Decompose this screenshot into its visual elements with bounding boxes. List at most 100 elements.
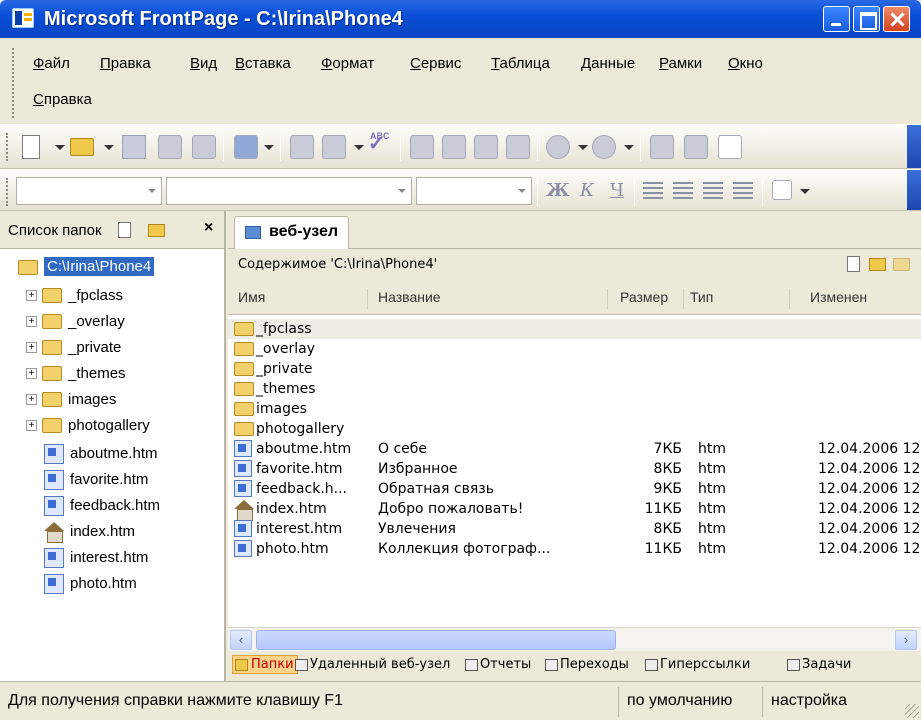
expand-icon[interactable]: + <box>26 420 37 431</box>
menu-edit[interactable]: Правка <box>100 55 151 72</box>
column-modified[interactable]: Изменен <box>810 289 921 309</box>
table-row[interactable]: favorite.htm Избранное 8КБ htm 12.04.200… <box>228 459 921 479</box>
column-title[interactable]: Название <box>378 289 608 309</box>
toolbar-options-button[interactable] <box>907 125 921 168</box>
new-page-icon[interactable] <box>847 256 860 272</box>
copy-icon[interactable] <box>442 135 466 159</box>
status-settings[interactable]: настройка <box>762 687 855 717</box>
font-size-combo[interactable] <box>416 177 532 205</box>
style-combo[interactable] <box>16 177 162 205</box>
table-row[interactable]: aboutme.htm О себе 7КБ htm 12.04.2006 12 <box>228 439 921 459</box>
expand-icon[interactable]: + <box>26 394 37 405</box>
undo-icon[interactable] <box>546 135 570 159</box>
tree-folder-label[interactable]: images <box>68 391 116 408</box>
expand-icon[interactable]: + <box>26 368 37 379</box>
column-type[interactable]: Тип <box>690 289 790 309</box>
new-folder-icon[interactable] <box>869 258 886 271</box>
web-component-icon[interactable] <box>234 135 258 159</box>
save-icon[interactable] <box>122 135 146 159</box>
frame-icon[interactable] <box>718 135 742 159</box>
view-navigation-button[interactable]: Переходы <box>544 657 629 672</box>
tree-folder-label[interactable]: _fpclass <box>68 287 123 304</box>
tab-web-site[interactable]: веб-узел <box>234 216 350 249</box>
new-page-icon[interactable] <box>22 135 40 159</box>
chevron-down-icon[interactable] <box>398 189 406 193</box>
menu-table[interactable]: Таблица <box>491 55 550 72</box>
redo-icon[interactable] <box>592 135 616 159</box>
spelling-icon[interactable]: ABC ✓ <box>368 131 392 155</box>
tree-file-label[interactable]: favorite.htm <box>70 471 148 488</box>
tree-folder[interactable]: + _overlay <box>0 309 224 335</box>
tree-folder[interactable]: + _fpclass <box>0 283 224 309</box>
tree-folder-label[interactable]: _private <box>68 339 121 356</box>
view-reports-button[interactable]: Отчеты <box>464 657 531 672</box>
tree-file-label[interactable]: interest.htm <box>70 549 148 566</box>
align-left-icon[interactable] <box>643 182 663 200</box>
list-item[interactable]: _fpclass <box>228 319 921 339</box>
horizontal-scrollbar[interactable]: ‹ › <box>228 627 921 651</box>
list-item[interactable]: _themes <box>228 379 921 399</box>
insert-layer-icon[interactable] <box>684 135 708 159</box>
menu-grip[interactable] <box>12 48 16 118</box>
chevron-down-icon[interactable] <box>624 145 634 150</box>
toolbar-grip[interactable] <box>6 133 10 161</box>
search-icon[interactable] <box>158 135 182 159</box>
borders-icon[interactable] <box>772 180 792 200</box>
table-row[interactable]: feedback.h... Обратная связь 9КБ htm 12.… <box>228 479 921 499</box>
maximize-button[interactable] <box>853 6 880 32</box>
tree-folder-label[interactable]: photogallery <box>68 417 150 434</box>
chevron-down-icon[interactable] <box>55 145 65 150</box>
tree-file[interactable]: interest.htm <box>0 545 224 571</box>
menu-frames[interactable]: Рамки <box>659 55 702 72</box>
table-row[interactable]: interest.htm Увлечения 8КБ htm 12.04.200… <box>228 519 921 539</box>
up-folder-icon[interactable] <box>893 258 910 271</box>
chevron-down-icon[interactable] <box>264 145 274 150</box>
view-folders-button[interactable]: Папки <box>232 655 298 674</box>
menu-tools[interactable]: Сервис <box>410 55 461 72</box>
tree-folder[interactable]: + _private <box>0 335 224 361</box>
bold-button[interactable]: Ж <box>546 179 570 203</box>
close-pane-button[interactable]: × <box>204 219 213 237</box>
view-tasks-button[interactable]: Задачи <box>786 657 851 672</box>
tree-folder-label[interactable]: _overlay <box>68 313 125 330</box>
status-mode[interactable]: по умолчанию <box>618 687 740 717</box>
expand-icon[interactable]: + <box>26 342 37 353</box>
insert-table-icon[interactable] <box>650 135 674 159</box>
view-remote-site-button[interactable]: Удаленный веб-узел <box>294 657 450 672</box>
toolbar-grip[interactable] <box>6 178 10 206</box>
tree-file-label[interactable]: feedback.htm <box>70 497 160 514</box>
column-size[interactable]: Размер <box>620 289 684 309</box>
list-item[interactable]: _overlay <box>228 339 921 359</box>
format-painter-icon[interactable] <box>506 135 530 159</box>
chevron-down-icon[interactable] <box>148 189 156 193</box>
new-folder-icon[interactable] <box>148 224 165 237</box>
tree-root[interactable]: C:\Irina\Phone4 <box>0 255 224 281</box>
tree-file[interactable]: favorite.htm <box>0 467 224 493</box>
menu-insert[interactable]: Вставка <box>235 55 291 72</box>
underline-button[interactable]: Ч <box>606 179 628 203</box>
scroll-right-button[interactable]: › <box>895 630 917 650</box>
menu-data[interactable]: Данные <box>581 55 635 72</box>
tree-folder-label[interactable]: _themes <box>68 365 126 382</box>
list-item[interactable]: _private <box>228 359 921 379</box>
column-name[interactable]: Имя <box>238 289 368 309</box>
title-bar[interactable]: Microsoft FrontPage - C:\Irina\Phone4 <box>0 0 921 38</box>
tree-file[interactable]: index.htm <box>0 519 224 545</box>
chevron-down-icon[interactable] <box>354 145 364 150</box>
chevron-down-icon[interactable] <box>104 145 114 150</box>
menu-window[interactable]: Окно <box>728 55 763 72</box>
align-right-icon[interactable] <box>703 182 723 200</box>
menu-file[interactable]: Файл <box>33 55 70 72</box>
tree-folder[interactable]: + images <box>0 387 224 413</box>
minimize-button[interactable] <box>823 6 850 32</box>
menu-view[interactable]: Вид <box>190 55 217 72</box>
print-icon[interactable] <box>290 135 314 159</box>
expand-icon[interactable]: + <box>26 316 37 327</box>
list-item[interactable]: images <box>228 399 921 419</box>
open-folder-icon[interactable] <box>70 138 94 156</box>
resize-grip-icon[interactable] <box>905 704 919 718</box>
menu-help[interactable]: Справка <box>33 91 92 108</box>
publish-icon[interactable] <box>192 135 216 159</box>
menu-format[interactable]: Формат <box>321 55 374 72</box>
justify-icon[interactable] <box>733 182 753 200</box>
